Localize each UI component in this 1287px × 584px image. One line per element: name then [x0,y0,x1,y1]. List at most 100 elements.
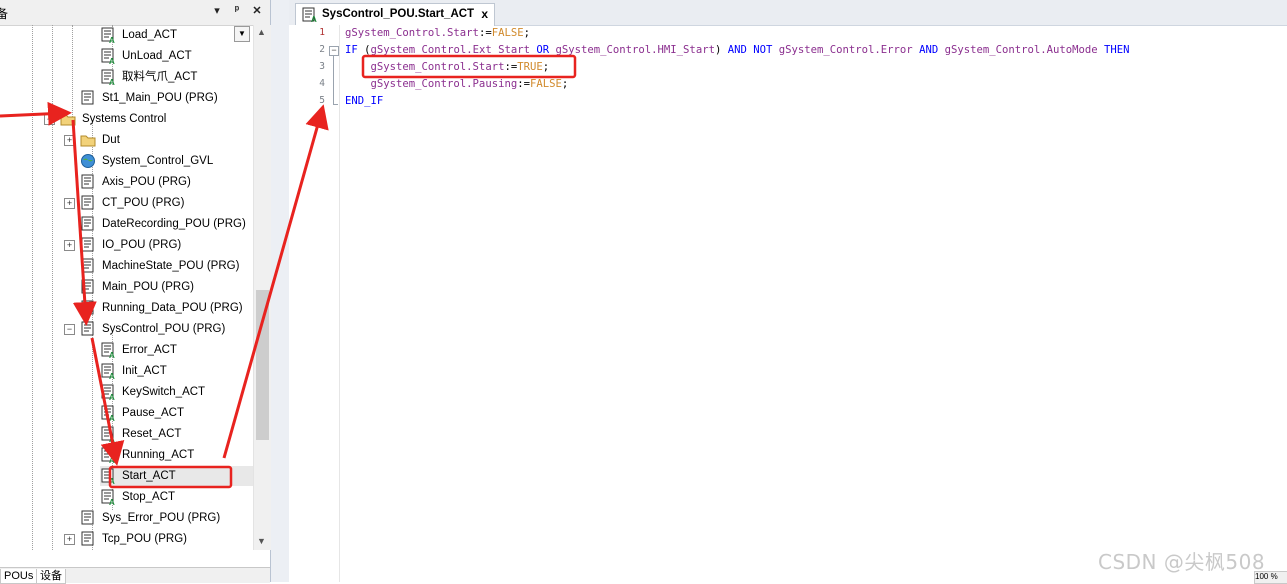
tree-item[interactable]: MachineState_POU (PRG) [80,256,253,276]
code-line[interactable]: END_IF [345,93,383,110]
collapse-icon[interactable]: − [64,324,75,335]
pin-icon[interactable]: ᵖ [230,4,244,16]
panel-menu-icon[interactable]: ▾ [210,4,224,17]
editor-tab-strip: A SysControl_POU.Start_ACT x [289,0,1287,26]
scroll-thumb[interactable] [256,290,269,440]
tree-item-label: Init_ACT [122,365,167,377]
pou-file-icon [80,531,96,547]
tree-item[interactable]: Systems Control [60,109,253,129]
tree-item[interactable]: DateRecording_POU (PRG) [80,214,253,234]
line-number: 1 [319,27,325,38]
code-line[interactable]: gSystem_Control.Start:=TRUE; [345,59,550,76]
code-token: IF [345,44,358,56]
tree-item-label: Dut [102,134,120,146]
panel-splitter[interactable] [271,0,289,582]
pou-file-icon [80,216,96,232]
code-line[interactable]: gSystem_Control.Pausing:=FALSE; [345,76,569,93]
tree-item[interactable]: IO_POU (PRG) [80,235,253,255]
scroll-up-icon[interactable]: ▲ [257,27,266,37]
action-file-icon: A [100,426,116,444]
code-token: := [517,78,530,90]
tree-item[interactable]: St1_Main_POU (PRG) [80,88,253,108]
tree-item-label: Pause_ACT [122,407,185,419]
fold-guide [333,56,334,104]
action-file-icon: A [100,489,116,507]
fold-collapse-icon[interactable]: − [329,46,339,56]
tree-item[interactable]: Main_POU (PRG) [80,277,253,297]
tree-item[interactable]: A Stop_ACT [100,487,253,507]
folder-icon [80,132,96,148]
collapse-icon[interactable]: − [44,114,55,125]
pou-file-icon [80,195,96,211]
svg-text:A: A [109,78,115,85]
tree-item[interactable]: A Reset_ACT [100,424,253,444]
tree-item[interactable]: A 取料气爪_ACT [100,67,253,87]
globe-icon [80,153,96,169]
code-token: ; [542,61,550,73]
code-line[interactable]: IF (gSystem_Control.Ext_Start OR gSystem… [345,42,1130,59]
tree-item-label: Start_ACT [122,470,176,482]
expand-icon[interactable]: + [64,198,75,209]
line-number: 2 [319,44,325,55]
code-token: gSystem_Control.Start [345,61,505,73]
code-token: TRUE [517,61,543,73]
tree-item[interactable]: Running_Data_POU (PRG) [80,298,253,318]
tree-item[interactable]: A Init_ACT [100,361,253,381]
tree-item-label: St1_Main_POU (PRG) [102,92,218,104]
tree-item[interactable]: CT_POU (PRG) [80,193,253,213]
tab-start-act[interactable]: A SysControl_POU.Start_ACT x [295,3,495,26]
tree-item[interactable]: A KeySwitch_ACT [100,382,253,402]
expand-icon[interactable]: + [64,240,75,251]
tree-item[interactable]: Sys_Error_POU (PRG) [80,508,253,528]
code-line[interactable]: gSystem_Control.Start:=FALSE; [345,25,530,42]
tree-item[interactable]: A Start_ACT [100,466,253,486]
action-file-icon: A [100,405,116,423]
action-file-icon: A [100,447,116,465]
device-tree: A Load_ACT A UnLoad_ACT A 取料气爪_ACT St1_Main_PO… [0,25,253,550]
tab-title: SysControl_POU.Start_ACT [322,8,475,20]
tree-item[interactable]: A UnLoad_ACT [100,46,253,66]
svg-text:A: A [109,393,115,400]
svg-text:A: A [109,57,115,64]
code-token: THEN [1097,44,1130,56]
tree-item-label: Sys_Error_POU (PRG) [102,512,221,524]
code-token: ( [357,44,371,56]
expand-icon[interactable]: + [64,534,75,545]
tree-item-label: Running_Data_POU (PRG) [102,302,243,314]
tree-item[interactable]: A Error_ACT [100,340,253,360]
panel-titlebar: 备 ▾ ᵖ ✕ [0,0,270,26]
tree-item[interactable]: A Pause_ACT [100,403,253,423]
pou-file-icon [80,321,96,337]
code-token: := [504,61,518,73]
line-number: 3 [319,61,325,72]
pou-file-icon [80,258,96,274]
close-panel-icon[interactable]: ✕ [250,4,264,17]
tree-item[interactable]: Axis_POU (PRG) [80,172,253,192]
fold-guide-end [333,104,338,105]
tree-item-label: Axis_POU (PRG) [102,176,191,188]
close-tab-icon[interactable]: x [481,7,488,21]
panel-title: 备 [0,7,9,21]
tree-item-label: Load_ACT [122,29,177,41]
svg-text:A: A [109,372,115,379]
tree-dropdown-icon[interactable]: ▼ [234,26,250,42]
tree-item[interactable]: Dut [80,130,253,150]
tree-item[interactable]: A Running_ACT [100,445,253,465]
scroll-down-icon[interactable]: ▼ [257,536,266,546]
folder-icon [60,111,76,127]
tree-item[interactable]: System_Control_GVL [80,151,253,171]
tree-item[interactable]: A Load_ACT [100,25,253,45]
tree-item[interactable]: Tcp_POU (PRG) [80,529,253,549]
pou-file-icon [80,174,96,190]
code-token: gSystem_Control.Start [345,27,479,39]
action-file-icon: A [302,7,317,23]
svg-text:A: A [109,414,115,421]
tree-item-label: IO_POU (PRG) [102,239,182,251]
code-editor[interactable]: gSystem_Control.Start:=FALSE; IF (gSyste… [345,25,1287,582]
tree-scrollbar[interactable]: ▲ ▼ [253,25,271,550]
tree-item-label: Systems Control [82,113,167,125]
expand-icon[interactable]: + [64,135,75,146]
code-token: gSystem_Control.Error [778,44,913,56]
tree-item[interactable]: SysControl_POU (PRG) [80,319,253,339]
line-number-gutter: 1 2 3 4 5 − [289,25,340,582]
